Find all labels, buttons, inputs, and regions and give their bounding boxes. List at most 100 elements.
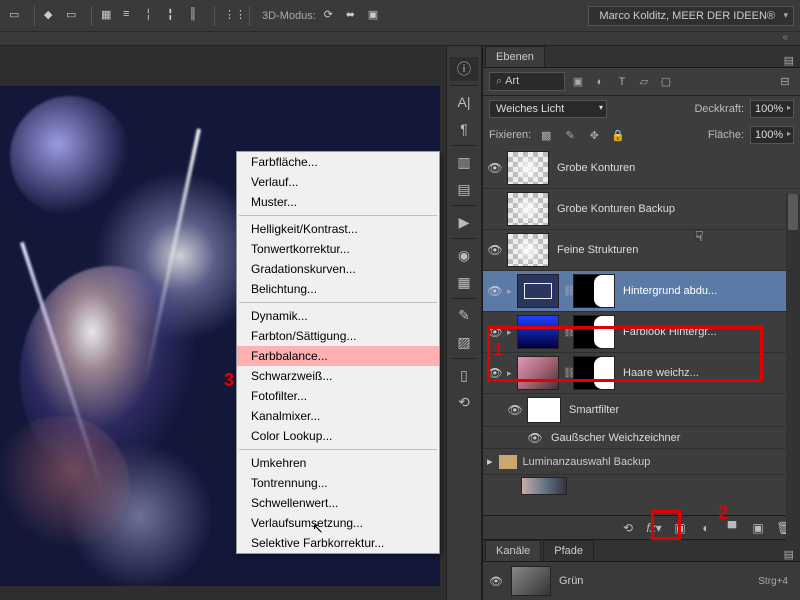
blend-mode-select[interactable]: Weiches Licht (489, 100, 607, 118)
layer-thumbnail[interactable] (507, 233, 549, 267)
filter-pixel-icon[interactable]: ▣ (569, 74, 587, 90)
panel-menu-icon[interactable]: ▤ (778, 54, 800, 67)
visibility-icon[interactable]: 👁 (487, 366, 503, 380)
layer-row[interactable]: 👁 Feine Strukturen (483, 230, 800, 271)
brush-presets-icon[interactable]: ▨ (450, 330, 478, 354)
filter-type-icon[interactable]: T (613, 74, 631, 90)
align-icon[interactable]: ≡ (123, 8, 139, 24)
orbit-icon[interactable]: ⟳ (324, 8, 340, 24)
layer-mask-thumbnail[interactable] (573, 274, 615, 308)
layer-row[interactable]: 👁 ▸ ⛓ Farblook Hintergr... (483, 312, 800, 353)
layer-thumbnail[interactable] (507, 192, 549, 226)
info-panel-icon[interactable]: ⓘ (450, 57, 478, 81)
layer-mask-icon[interactable]: ▣ (672, 520, 688, 536)
character-panel-icon[interactable]: A| (450, 90, 478, 114)
layer-name[interactable]: Grobe Konturen (553, 162, 796, 174)
filter-effect-row[interactable]: 👁Gaußscher Weichzeichner≡ (483, 427, 800, 449)
link-icon[interactable]: ⛓ (563, 368, 573, 379)
menu-item[interactable]: Tontrennung... (237, 473, 439, 493)
filter-mask-thumbnail[interactable] (527, 397, 561, 423)
filter-smart-icon[interactable]: ▢ (657, 74, 675, 90)
menu-item[interactable]: Kanalmixer... (237, 406, 439, 426)
filter-adjust-icon[interactable]: ◐ (591, 74, 609, 90)
menu-item[interactable]: Helligkeit/Kontrast... (237, 219, 439, 239)
visibility-icon[interactable]: 👁 (487, 284, 503, 298)
color-panel-icon[interactable]: ▦ (450, 270, 478, 294)
dist-icon[interactable]: ⋮⋮ (224, 8, 240, 24)
lock-pixels-icon[interactable]: ✎ (561, 127, 579, 143)
menu-item[interactable]: Muster... (237, 192, 439, 212)
link-layers-icon[interactable]: ⟲ (620, 520, 636, 536)
visibility-icon[interactable]: 👁 (489, 575, 503, 588)
layer-thumbnail[interactable] (517, 315, 559, 349)
menu-item[interactable]: Schwellenwert... (237, 493, 439, 513)
menu-item[interactable]: Farbfläche... (237, 152, 439, 172)
link-icon[interactable]: ⛓ (563, 286, 573, 297)
layers-scrollbar[interactable] (786, 194, 800, 546)
layer-row[interactable]: 👁 ▸ ⛓ Hintergrund abdu... (483, 271, 800, 312)
paths-tab[interactable]: Pfade (543, 540, 594, 561)
dolly-icon[interactable]: ▣ (368, 8, 384, 24)
lock-position-icon[interactable]: ✥ (585, 127, 603, 143)
layers-shortcut-icon[interactable]: ▥ (450, 150, 478, 174)
expand-icon[interactable]: ▸ (507, 368, 517, 379)
channels-tab[interactable]: Kanäle (485, 540, 541, 561)
layers-tab[interactable]: Ebenen (485, 46, 545, 67)
lock-all-icon[interactable]: 🔒 (609, 127, 627, 143)
layer-name[interactable]: Haare weichz... (619, 367, 782, 379)
menu-item[interactable]: Dynamik... (237, 306, 439, 326)
workspace-selector[interactable]: Marco Kolditz, MEER DER IDEEN® (588, 6, 794, 26)
expand-icon[interactable]: ▸ (507, 327, 517, 338)
brush-panel-icon[interactable]: ✎ (450, 303, 478, 327)
menu-item[interactable]: Tonwertkorrektur... (237, 239, 439, 259)
eyedropper-icon[interactable]: ◆ (44, 8, 60, 24)
layer-group-row[interactable]: ▸Luminanzauswahl Backup (483, 449, 800, 475)
visibility-icon[interactable]: 👁 (487, 243, 503, 257)
channel-row[interactable]: 👁 Grün Strg+4 (483, 562, 800, 600)
lock-transparent-icon[interactable]: ▩ (537, 127, 555, 143)
menu-item[interactable]: Schwarzweiß... (237, 366, 439, 386)
layer-name[interactable]: Farblook Hintergr... (619, 326, 796, 338)
tool-preset-icon[interactable]: ▭ (9, 8, 25, 24)
menu-item[interactable]: Fotofilter... (237, 386, 439, 406)
grid-icon[interactable]: ▦ (101, 8, 117, 24)
channels-shortcut-icon[interactable]: ▤ (450, 177, 478, 201)
visibility-icon[interactable]: 👁 (507, 403, 523, 417)
actions-panel-icon[interactable]: ▶ (450, 210, 478, 234)
align3-icon[interactable]: ╏ (167, 8, 183, 24)
layer-row[interactable]: Grobe Konturen Backup (483, 189, 800, 230)
expand-icon[interactable]: ▸ (487, 455, 493, 468)
menu-item[interactable]: Belichtung... (237, 279, 439, 299)
menu-item[interactable]: Verlaufsumsetzung... (237, 513, 439, 533)
layer-thumbnail[interactable] (517, 274, 559, 308)
menu-item[interactable]: Verlauf... (237, 172, 439, 192)
layer-name[interactable]: Grobe Konturen Backup (553, 203, 796, 215)
link-icon[interactable]: ⛓ (563, 327, 573, 338)
visibility-icon[interactable]: 👁 (527, 431, 543, 445)
history-panel-icon[interactable]: ⟲ (450, 390, 478, 414)
adjustment-layer-icon[interactable]: ◐ (698, 520, 714, 536)
layer-mask-thumbnail[interactable] (573, 315, 615, 349)
layer-name[interactable]: Hintergrund abdu... (619, 285, 796, 297)
align2-icon[interactable]: ╎ (145, 8, 161, 24)
layer-filter-type[interactable]: Art (489, 72, 565, 91)
visibility-icon[interactable]: 👁 (487, 161, 503, 175)
layer-row[interactable]: 👁 Grobe Konturen (483, 148, 800, 189)
visibility-icon[interactable]: 👁 (487, 325, 503, 339)
filter-toggle-icon[interactable]: ⊟ (776, 74, 794, 90)
smartfilter-row[interactable]: 👁Smartfilter (483, 394, 800, 427)
menu-item[interactable]: Color Lookup... (237, 426, 439, 446)
layer-thumbnail[interactable] (517, 356, 559, 390)
pan-icon[interactable]: ⬌ (346, 8, 362, 24)
swatches-panel-icon[interactable]: ◉ (450, 243, 478, 267)
menu-item[interactable]: Umkehren (237, 453, 439, 473)
filter-shape-icon[interactable]: ▱ (635, 74, 653, 90)
opacity-input[interactable]: 100% (750, 100, 794, 118)
menu-item[interactable]: Farbton/Sättigung... (237, 326, 439, 346)
channels-menu-icon[interactable]: ▤ (778, 548, 800, 561)
layer-thumbnail[interactable] (507, 151, 549, 185)
expand-icon[interactable]: ▸ (507, 286, 517, 297)
layer-name[interactable]: Feine Strukturen (553, 244, 796, 256)
layer-mask-thumbnail[interactable] (573, 356, 615, 390)
layer-row[interactable]: 👁▸⛓Haare weichz...◉ (483, 353, 800, 394)
